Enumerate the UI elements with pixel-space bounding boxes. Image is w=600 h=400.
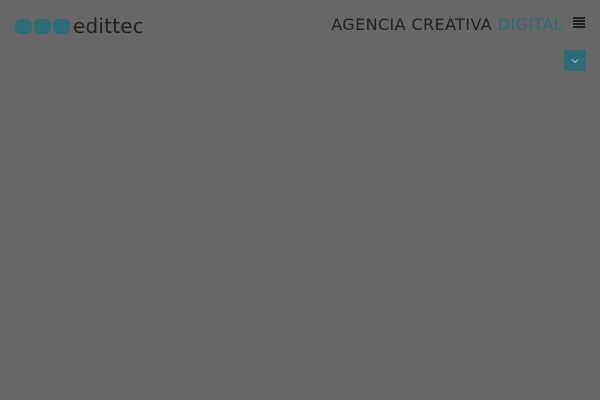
menu-bar bbox=[573, 20, 585, 22]
logo-dot bbox=[53, 18, 70, 34]
tagline-main: AGENCIA CREATIVA bbox=[331, 15, 498, 34]
logo-dot bbox=[34, 18, 51, 34]
chevron-down-icon bbox=[571, 58, 579, 63]
brand-name: edittec bbox=[73, 14, 144, 38]
menu-bar bbox=[573, 23, 585, 25]
logo-mark bbox=[15, 18, 70, 34]
menu-bar bbox=[573, 26, 585, 28]
logo[interactable]: edittec bbox=[15, 14, 144, 38]
menu-bar bbox=[573, 17, 585, 19]
scroll-down-button[interactable] bbox=[564, 50, 586, 71]
hamburger-menu-icon[interactable] bbox=[573, 17, 585, 28]
tagline-accent: DIGITAL bbox=[497, 15, 563, 34]
site-tagline: AGENCIA CREATIVA DIGITAL bbox=[331, 14, 563, 36]
logo-dot bbox=[15, 18, 32, 34]
